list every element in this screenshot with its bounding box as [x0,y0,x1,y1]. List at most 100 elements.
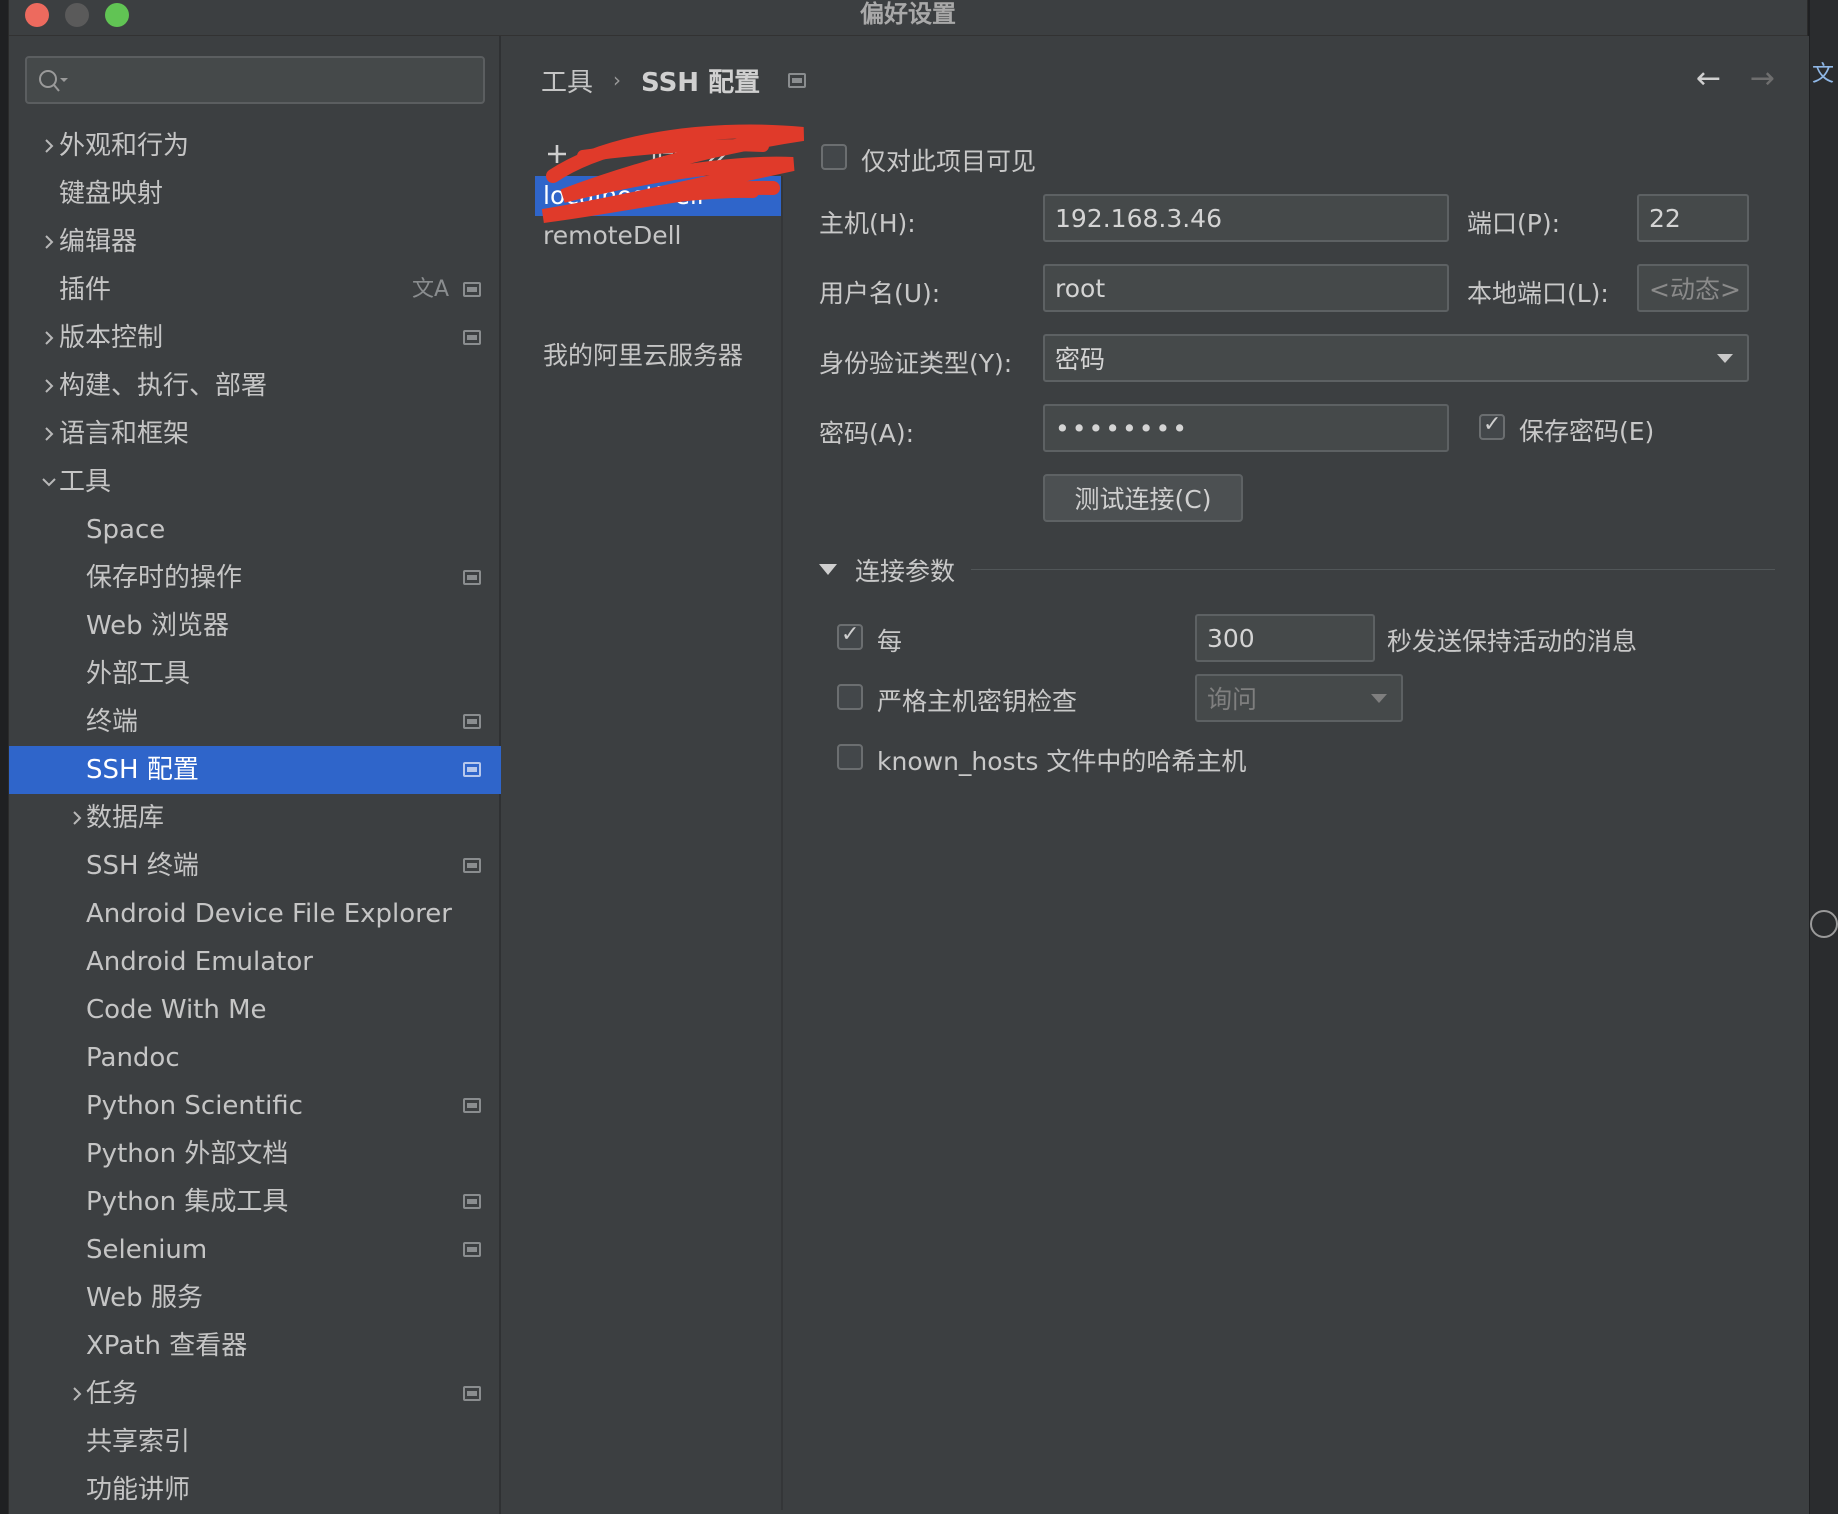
settings-search[interactable] [25,56,485,104]
breadcrumb: 工具 › SSH 配置 [541,62,807,99]
port-label: 端口(P): [1467,209,1561,238]
sidebar-item-label: Python Scientific [86,1091,303,1121]
keepalive-interval-field[interactable]: 300 [1195,614,1375,662]
sidebar-item[interactable]: 数据库 [9,794,501,842]
sidebar-item[interactable]: 外部工具 [9,650,501,698]
sidebar-item[interactable]: Web 浏览器 [9,602,501,650]
sidebar-item[interactable]: 任务 [9,1370,501,1418]
sidebar-item[interactable]: 版本控制 [9,314,501,362]
project-scope-icon [463,570,481,585]
sidebar-item[interactable]: 插件 文A [9,266,501,314]
sidebar-item-label: 工具 [59,467,112,497]
preferences-window: 偏好设置 外观和行为 键盘映射 编辑器 插件 文A 版本控制 构建、执行、部署 语言和框架 工具… [8,0,1809,1514]
sidebar-item-label: SSH 终端 [86,851,199,881]
sidebar-item[interactable]: 构建、执行、部署 [9,362,501,410]
sidebar-item-label: Python 集成工具 [86,1187,289,1217]
project-scope-icon [463,762,481,777]
search-input[interactable] [75,64,475,96]
local-port-field[interactable]: <动态> [1637,264,1749,312]
title-bar: 偏好设置 [9,0,1807,36]
sidebar-item[interactable]: Pandoc [9,1034,501,1082]
sidebar-item[interactable]: Selenium [9,1226,501,1274]
sidebar-item[interactable]: 共享索引 [9,1418,501,1466]
sidebar-item-label: 保存时的操作 [86,563,243,593]
sidebar-item-label: Web 浏览器 [86,611,229,641]
chevron-right-icon[interactable] [37,122,61,170]
strict-host-key-dropdown[interactable]: 询问 [1195,674,1403,722]
sidebar-item[interactable]: Code With Me [9,986,501,1034]
local-port-label: 本地端口(L): [1467,279,1609,308]
keepalive-label: 每 [877,627,903,656]
ssh-config-item[interactable]: 我的阿里云服务器 [535,336,781,376]
chevron-right-icon[interactable] [37,314,61,362]
ide-right-strip: 文 [1810,0,1838,1514]
test-connection-button[interactable]: 测试连接(C) [1043,474,1243,522]
breadcrumb-parent[interactable]: 工具 [541,62,593,99]
chevron-right-icon[interactable] [37,410,61,458]
username-field[interactable]: root [1043,264,1449,312]
translate-icon[interactable]: 文 [1812,56,1834,88]
sidebar-item[interactable]: Python Scientific [9,1082,501,1130]
sidebar-item[interactable]: SSH 配置 [9,746,501,794]
section-connection-params[interactable]: 连接参数 [855,552,955,588]
window-title: 偏好设置 [860,0,956,28]
sidebar-item[interactable]: 终端 [9,698,501,746]
section-divider [971,569,1775,570]
chevron-right-icon[interactable] [37,218,61,266]
sidebar-item[interactable]: Python 集成工具 [9,1178,501,1226]
sidebar-item-label: Web 服务 [86,1283,203,1313]
chevron-down-icon [1371,694,1387,703]
forward-arrow-icon[interactable]: → [1750,64,1775,94]
sidebar-item[interactable]: 保存时的操作 [9,554,501,602]
port-field[interactable]: 22 [1637,194,1749,242]
sidebar-item[interactable]: 编辑器 [9,218,501,266]
sidebar-item-label: Selenium [86,1235,208,1265]
sidebar-item[interactable]: 工具 [9,458,501,506]
sidebar-item[interactable]: Space [9,506,501,554]
sidebar-item[interactable]: 语言和框架 [9,410,501,458]
chevron-right-icon[interactable] [37,362,61,410]
project-scope-icon [463,1194,481,1209]
sidebar-item[interactable]: 键盘映射 [9,170,501,218]
sidebar-item[interactable]: Android Emulator [9,938,501,986]
sidebar-item[interactable]: Web 服务 [9,1274,501,1322]
sidebar-item-label: 数据库 [86,803,165,833]
sidebar-item[interactable]: 功能讲师 [9,1466,501,1514]
strict-host-key-checkbox[interactable] [837,684,863,710]
auth-type-label: 身份验证类型(Y): [819,349,1013,378]
redaction-scribble [541,124,805,223]
project-only-checkbox[interactable] [821,144,847,170]
breadcrumb-separator: › [613,68,622,92]
sidebar-item[interactable]: SSH 终端 [9,842,501,890]
hash-known-hosts-label: known_hosts 文件中的哈希主机 [877,747,1247,776]
sidebar-item-label: Android Device File Explorer [86,899,452,929]
host-field[interactable]: 192.168.3.46 [1043,194,1449,242]
chevron-down-icon [1717,354,1733,363]
sidebar-item-label: Space [86,515,166,545]
strict-host-key-label: 严格主机密钥检查 [877,687,1078,716]
sidebar-item-label: 版本控制 [59,323,164,353]
sidebar-item-label: SSH 配置 [86,755,199,785]
settings-sidebar: 外观和行为 键盘映射编辑器插件 文A 版本控制构建、执行、部署 语言和框架工具 Space… [9,36,501,1514]
search-icon [39,70,68,92]
ssh-config-item[interactable] [535,296,781,336]
password-field[interactable]: •••••••• [1043,404,1449,452]
sidebar-item[interactable]: 外观和行为 [9,122,501,170]
crosshair-icon[interactable] [1810,910,1838,938]
sidebar-item[interactable]: Python 外部文档 [9,1130,501,1178]
sidebar-item-label: Python 外部文档 [86,1139,289,1169]
auth-type-value: 密码 [1055,345,1106,374]
sidebar-item[interactable]: Android Device File Explorer [9,890,501,938]
hash-known-hosts-checkbox[interactable] [837,744,863,770]
auth-type-dropdown[interactable]: 密码 [1043,334,1749,382]
keepalive-checkbox[interactable] [837,622,863,650]
project-only-label: 仅对此项目可见 [861,147,1037,176]
sidebar-item[interactable]: XPath 查看器 [9,1322,501,1370]
collapse-triangle-icon[interactable] [819,564,837,575]
chevron-down-icon[interactable] [37,458,61,506]
save-password-checkbox[interactable] [1479,412,1505,440]
ssh-config-item[interactable] [535,256,781,296]
back-arrow-icon[interactable]: ← [1696,64,1721,94]
sidebar-item-label: 任务 [86,1379,139,1409]
sidebar-item-label: 编辑器 [59,227,138,257]
